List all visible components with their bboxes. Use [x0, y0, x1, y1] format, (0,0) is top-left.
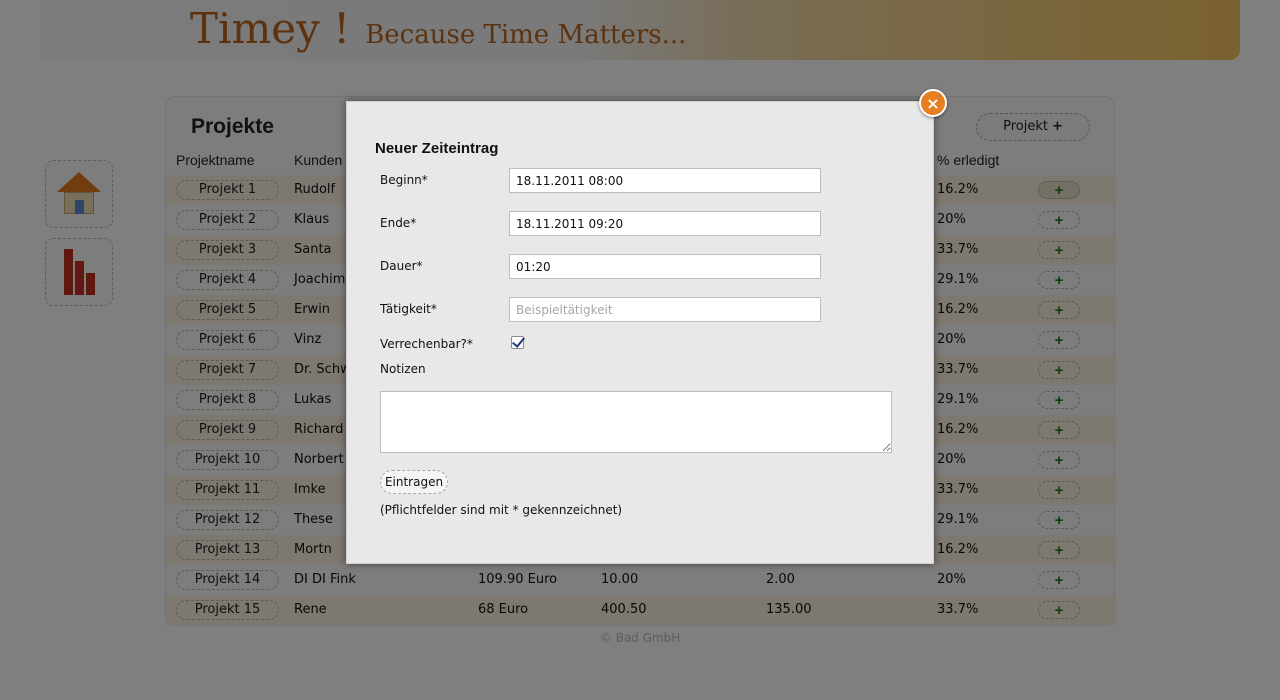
- billable-label: Verrechenbar?*: [380, 337, 473, 351]
- notes-label: Notizen: [380, 362, 426, 376]
- required-fields-hint: (Pflichtfelder sind mit * gekennzeichnet…: [380, 503, 623, 517]
- end-label: Ende*: [380, 216, 417, 230]
- start-input[interactable]: [509, 168, 821, 193]
- close-icon[interactable]: ×: [919, 89, 947, 117]
- billable-checkbox[interactable]: [511, 336, 524, 349]
- submit-button[interactable]: Eintragen: [380, 470, 448, 494]
- notes-textarea[interactable]: [380, 391, 892, 453]
- end-input[interactable]: [509, 211, 821, 236]
- duration-input[interactable]: [509, 254, 821, 279]
- activity-label: Tätigkeit*: [380, 302, 437, 316]
- duration-label: Dauer*: [380, 259, 423, 273]
- time-entry-dialog: Neuer Zeiteintrag Beginn* Ende* Dauer* T…: [346, 101, 934, 564]
- activity-input[interactable]: [509, 297, 821, 322]
- start-label: Beginn*: [380, 173, 428, 187]
- dialog-title: Neuer Zeiteintrag: [375, 140, 499, 157]
